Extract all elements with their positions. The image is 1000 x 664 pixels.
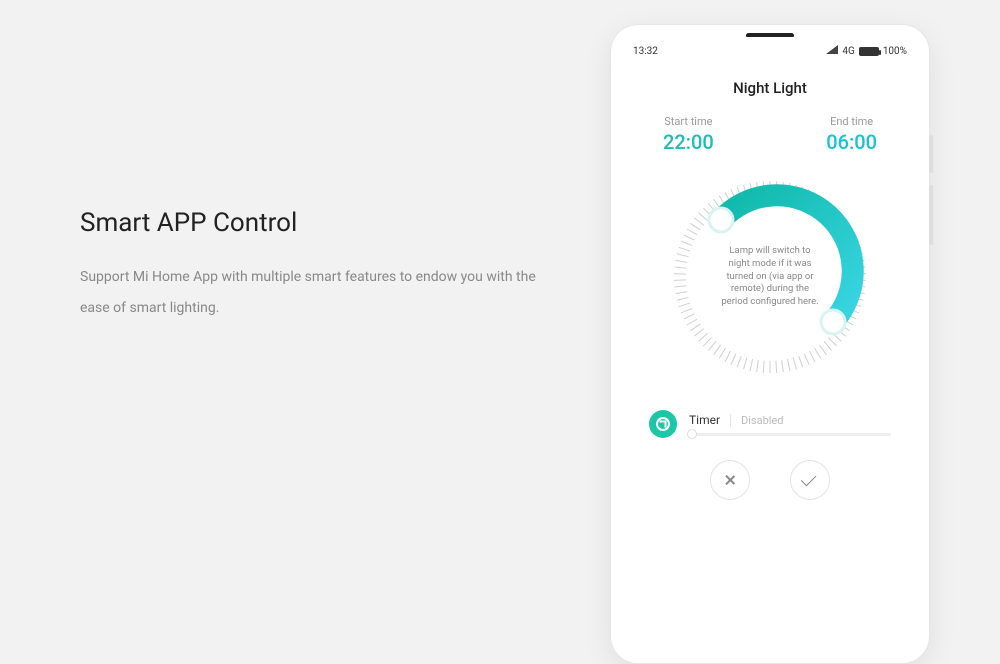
phone-side-button [929,135,933,173]
slider-knob[interactable] [687,429,697,439]
time-range: Start time 22:00 End time 06:00 [621,97,919,162]
battery-label: 100% [883,46,907,57]
cancel-button[interactable] [710,460,750,500]
status-bar: 13:32 4G 100% [621,37,919,57]
start-time-label: Start time [663,115,714,128]
battery-icon [859,47,879,56]
phone-frame: 13:32 4G 100% Night Light Start time [610,24,930,664]
screen-title: Night Light [621,79,919,97]
phone-mockup: 13:32 4G 100% Night Light Start time [580,0,1000,531]
check-icon [801,471,817,487]
time-dial[interactable]: Lamp will switch to night mode if it was… [665,172,875,382]
action-row [621,460,919,500]
copy-block: Smart APP Control Support Mi Home App wi… [0,208,580,324]
headline: Smart APP Control [80,208,540,238]
timer-label: Timer [689,413,720,427]
signal-icon [826,45,838,57]
phone-side-button [929,185,933,245]
start-time-block[interactable]: Start time 22:00 [663,115,714,154]
timer-row[interactable]: Timer Disabled [621,410,919,438]
promo-stage: Smart APP Control Support Mi Home App wi… [0,0,1000,531]
network-label: 4G [842,46,854,57]
timer-status: Disabled [730,414,783,427]
start-time-value: 22:00 [663,130,714,154]
end-time-block[interactable]: End time 06:00 [826,115,877,154]
status-time: 13:32 [633,46,658,57]
timer-icon [649,410,677,438]
dial-center-text: Lamp will switch to night mode if it was… [665,172,875,382]
close-icon [724,474,736,486]
confirm-button[interactable] [790,460,830,500]
description: Support Mi Home App with multiple smart … [80,262,540,324]
end-time-value: 06:00 [826,130,877,154]
phone-screen: 13:32 4G 100% Night Light Start time [621,37,919,651]
end-time-label: End time [826,115,877,128]
timer-slider[interactable] [689,433,891,436]
timer-texts: Timer Disabled [689,413,891,436]
